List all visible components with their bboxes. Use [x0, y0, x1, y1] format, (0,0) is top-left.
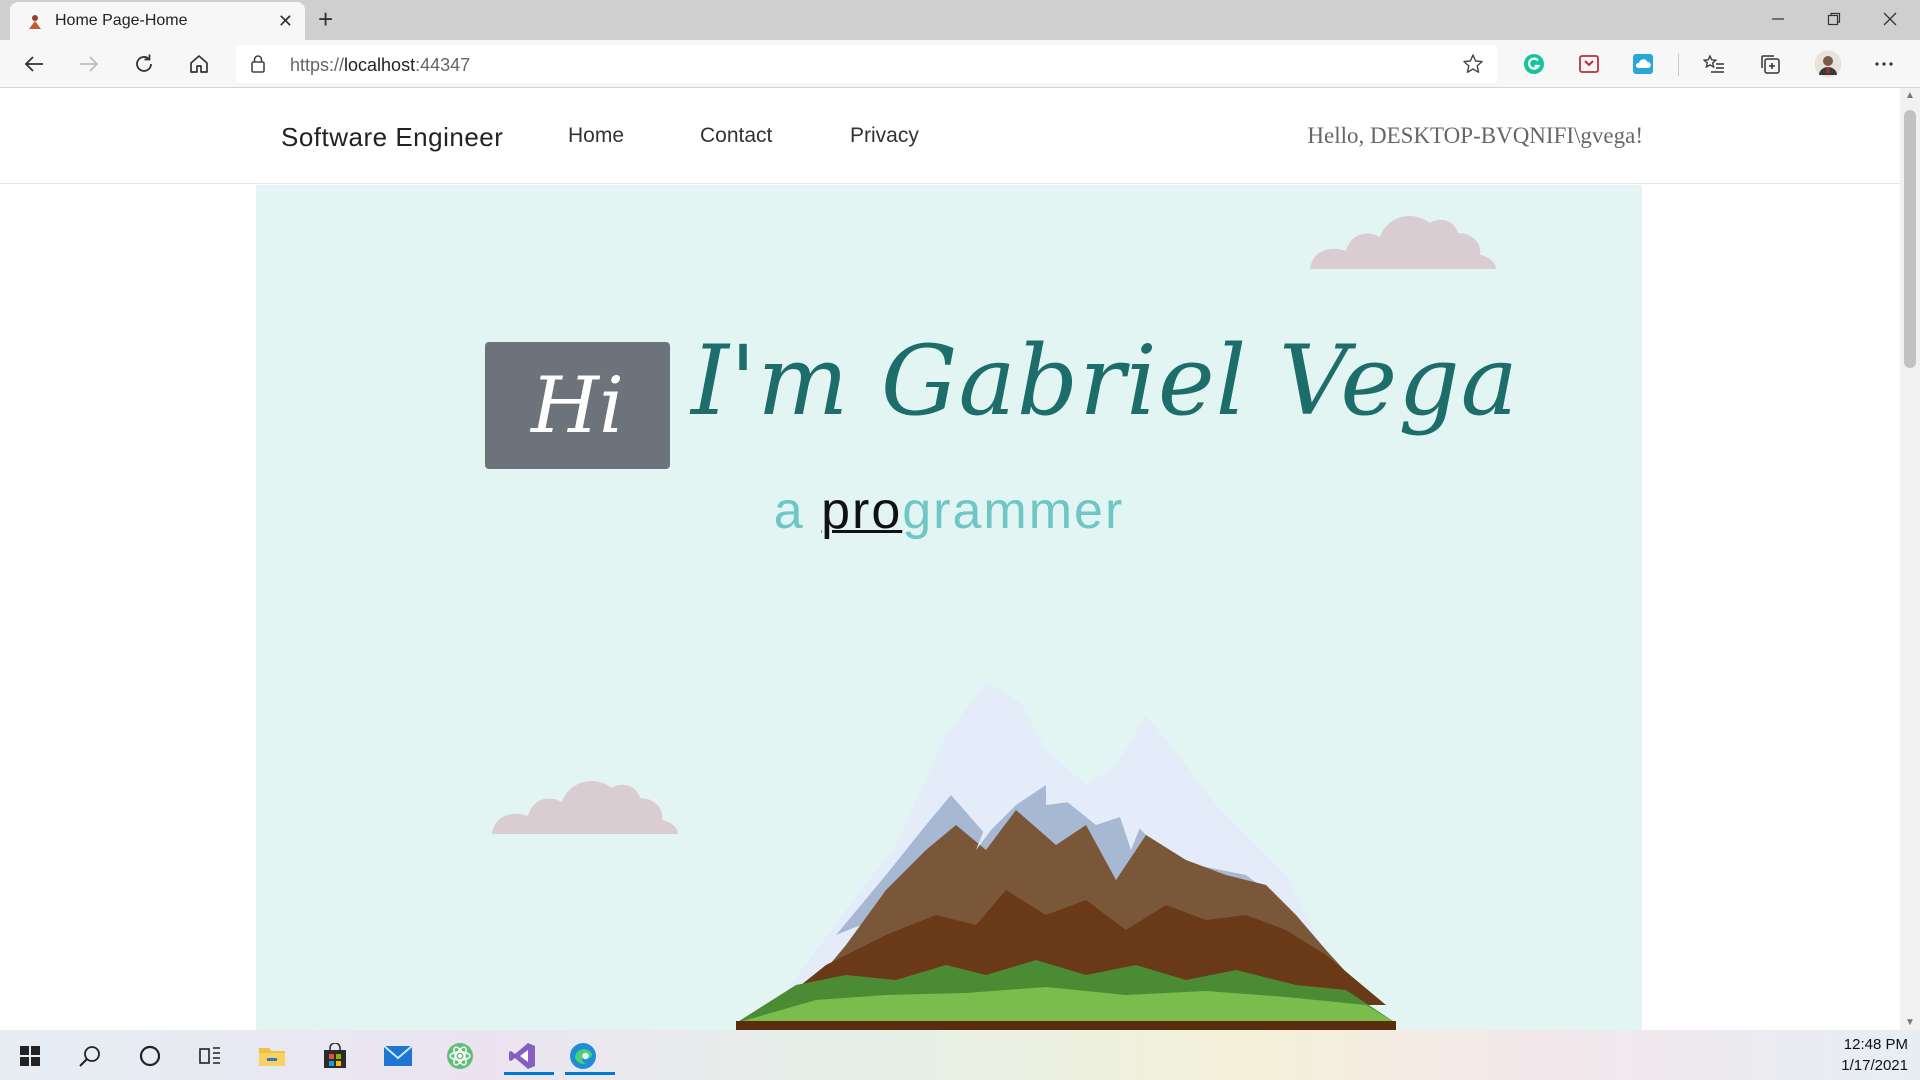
tab-strip: Home Page-Home ✕ +: [0, 0, 1920, 40]
atom-editor-icon[interactable]: [438, 1037, 482, 1075]
tab-title: Home Page-Home: [55, 12, 188, 29]
hero-subtitle: a programmer: [773, 482, 1125, 540]
profile-avatar[interactable]: [1814, 50, 1842, 78]
nav-link-home[interactable]: Home: [568, 124, 624, 148]
nav-link-privacy[interactable]: Privacy: [850, 124, 919, 148]
visual-studio-icon[interactable]: [500, 1037, 554, 1075]
back-icon[interactable]: [16, 48, 52, 80]
forward-icon[interactable]: [71, 48, 107, 80]
hero-section: Hi I'm Gabriel Vega a programmer: [256, 185, 1642, 1030]
hi-text: Hi: [531, 360, 624, 451]
collections-icon[interactable]: [1758, 52, 1782, 76]
minimize-icon[interactable]: [1750, 0, 1806, 38]
mountain-illustration: [736, 683, 1396, 1030]
site-favicon-icon: [29, 15, 41, 29]
windows-start-icon[interactable]: [8, 1037, 52, 1075]
subtitle-highlight: pro: [821, 482, 903, 540]
cloud-sync-icon[interactable]: [1631, 52, 1655, 76]
page-scrollbar[interactable]: ▲ ▼: [1900, 88, 1920, 1030]
grammarly-icon[interactable]: [1522, 52, 1546, 76]
site-brand[interactable]: Software Engineer: [281, 122, 503, 153]
refresh-icon[interactable]: [126, 48, 162, 80]
scroll-thumb[interactable]: [1904, 110, 1916, 368]
browser-toolbar: https://localhost:44347: [0, 40, 1920, 88]
clock-date: 1/17/2021: [1841, 1057, 1908, 1074]
favorites-icon[interactable]: [1702, 52, 1726, 76]
active-app-indicator: [504, 1072, 554, 1075]
windows-taskbar: 12:48 PM 1/17/2021: [0, 1030, 1920, 1080]
new-tab-icon[interactable]: +: [318, 6, 333, 32]
lock-icon[interactable]: [250, 54, 266, 74]
cloud-illustration: [492, 780, 678, 834]
cortana-icon[interactable]: [128, 1037, 172, 1075]
task-view-icon[interactable]: [188, 1037, 232, 1075]
store-icon[interactable]: [313, 1037, 357, 1075]
hero-name: I'm Gabriel Vega: [691, 325, 1519, 437]
file-explorer-icon[interactable]: [250, 1037, 294, 1075]
favorite-star-icon[interactable]: [1462, 53, 1484, 75]
home-icon[interactable]: [181, 48, 217, 80]
toolbar-separator: [1678, 54, 1679, 76]
cloud-illustration: [1310, 215, 1496, 269]
active-app-indicator: [565, 1072, 615, 1075]
url-text[interactable]: https://localhost:44347: [290, 55, 470, 76]
nav-link-contact[interactable]: Contact: [700, 124, 772, 148]
search-icon[interactable]: [68, 1037, 112, 1075]
browser-tab[interactable]: Home Page-Home ✕: [10, 2, 305, 40]
site-navbar: Software Engineer Home Contact Privacy H…: [0, 88, 1900, 184]
mail-icon[interactable]: [376, 1037, 420, 1075]
tab-close-icon[interactable]: ✕: [278, 11, 293, 31]
hi-badge: Hi: [485, 342, 670, 469]
page-viewport: Software Engineer Home Contact Privacy H…: [0, 88, 1900, 1030]
close-window-icon[interactable]: [1862, 0, 1918, 38]
scroll-up-icon[interactable]: ▲: [1905, 90, 1915, 101]
restore-icon[interactable]: [1806, 0, 1862, 38]
system-clock[interactable]: 12:48 PM 1/17/2021: [1841, 1034, 1908, 1076]
more-options-icon[interactable]: [1872, 52, 1896, 76]
scroll-down-icon[interactable]: ▼: [1905, 1017, 1915, 1028]
address-bar[interactable]: https://localhost:44347: [236, 45, 1498, 83]
pocket-icon[interactable]: [1577, 52, 1601, 76]
edge-browser-icon[interactable]: [561, 1037, 615, 1075]
user-greeting[interactable]: Hello, DESKTOP-BVQNIFI\gvega!: [1307, 123, 1643, 149]
clock-time: 12:48 PM: [1843, 1036, 1908, 1053]
